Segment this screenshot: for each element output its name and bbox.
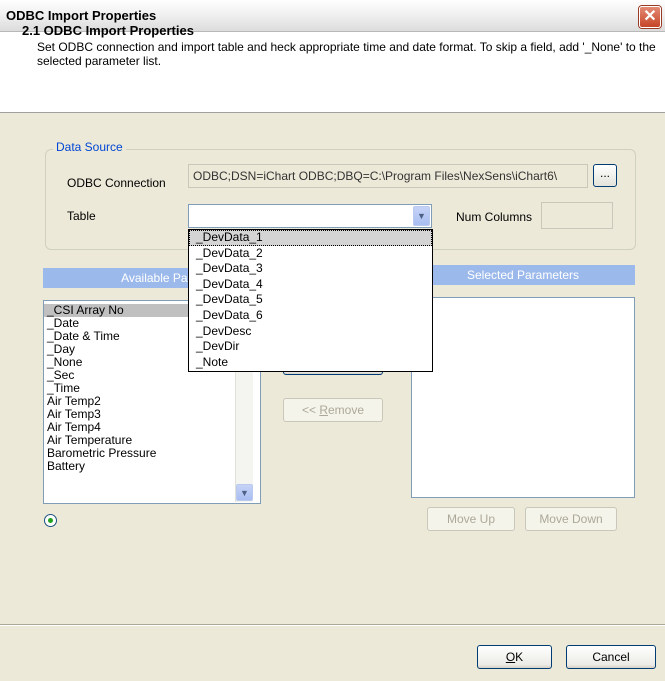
- cancel-button[interactable]: Cancel: [566, 645, 656, 669]
- remove-button[interactable]: << Remove: [283, 398, 383, 422]
- dropdown-item[interactable]: _DevData_4: [189, 277, 432, 293]
- table-label: Table: [67, 209, 96, 223]
- browse-button[interactable]: ...: [593, 164, 617, 187]
- dropdown-item[interactable]: _DevDesc: [189, 324, 432, 340]
- page-title: 2.1 ODBC Import Properties: [22, 23, 194, 38]
- selected-parameters-header: Selected Parameters: [411, 265, 635, 285]
- page-description: Set ODBC connection and import table and…: [37, 40, 656, 68]
- table-dropdown-list[interactable]: _DevData_1 _DevData_2 _DevData_3 _DevData_4…: [188, 229, 433, 372]
- dropdown-item[interactable]: _DevDir: [189, 339, 432, 355]
- list-item[interactable]: Battery: [44, 460, 260, 473]
- selected-parameters-list[interactable]: [411, 297, 635, 498]
- odbc-connection-label: ODBC Connection: [67, 176, 166, 190]
- dropdown-item[interactable]: _DevData_2: [189, 246, 432, 262]
- radio-dot: [48, 518, 53, 523]
- ok-button[interactable]: OK: [477, 645, 552, 669]
- table-select[interactable]: [188, 204, 432, 228]
- dropdown-item[interactable]: _Note: [189, 355, 432, 371]
- dropdown-item[interactable]: _DevData_6: [189, 308, 432, 324]
- move-down-button[interactable]: Move Down: [525, 507, 617, 531]
- dropdown-item[interactable]: _DevData_5: [189, 292, 432, 308]
- num-columns-field[interactable]: [541, 202, 613, 229]
- num-columns-label: Num Columns: [456, 210, 533, 224]
- data-source-legend: Data Source: [53, 140, 126, 154]
- odbc-connection-field[interactable]: ODBC;DSN=iChart ODBC;DBQ=C:\Program File…: [188, 164, 588, 188]
- move-up-button[interactable]: Move Up: [427, 507, 515, 531]
- chevron-down-icon[interactable]: ▼: [413, 206, 430, 226]
- footer-divider-highlight: [0, 625, 665, 626]
- dropdown-item[interactable]: _DevData_1: [189, 230, 432, 246]
- close-icon[interactable]: ✕: [639, 6, 661, 28]
- chevron-down-icon[interactable]: ▼: [236, 484, 253, 501]
- window-title: ODBC Import Properties: [6, 8, 157, 23]
- dropdown-item[interactable]: _DevData_3: [189, 261, 432, 277]
